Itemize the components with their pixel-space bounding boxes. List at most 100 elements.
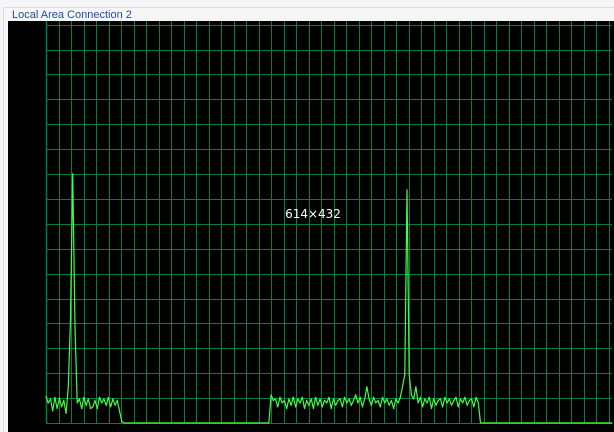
utilization-sample-point	[540, 422, 542, 424]
utilization-sample-point	[462, 402, 464, 404]
network-adapter-panel: Local Area Connection 2 5 %2.5 %0 % 614×…	[0, 0, 614, 432]
utilization-sample-point	[326, 402, 328, 404]
utilization-sample-point	[602, 422, 604, 424]
utilization-sample-point	[174, 422, 176, 424]
utilization-sample-point	[417, 402, 419, 404]
utilization-sample-point	[154, 422, 156, 424]
utilization-sample-point	[388, 404, 390, 406]
utilization-sample-point	[562, 422, 564, 424]
utilization-sample-point	[136, 422, 138, 424]
utilization-sample-point	[116, 399, 118, 402]
utilization-sample-point	[508, 422, 511, 424]
utilization-sample-point	[159, 422, 161, 424]
utilization-sample-point	[495, 422, 497, 424]
utilization-sample-point	[335, 404, 337, 406]
utilization-sample-point	[98, 396, 101, 398]
utilization-sample-point	[395, 398, 397, 400]
utilization-sample-point	[457, 406, 459, 408]
utilization-sample-point	[263, 422, 265, 424]
utilization-sample-point	[170, 422, 172, 424]
utilization-sample-point	[529, 422, 531, 424]
utilization-sample-point	[542, 422, 544, 424]
utilization-sample-point	[317, 404, 319, 406]
utilization-sample-point	[513, 422, 515, 424]
utilization-sample-point	[598, 422, 600, 424]
utilization-sample-point	[359, 396, 361, 398]
utilization-sample-point	[306, 399, 308, 402]
utilization-sample-point	[192, 422, 194, 424]
utilization-sample-point	[156, 422, 158, 424]
utilization-sample-point	[339, 398, 341, 400]
utilization-sample-point	[413, 398, 415, 400]
utilization-sample-point	[283, 399, 285, 402]
utilization-sample-point	[185, 422, 187, 424]
utilization-sample-point	[430, 407, 433, 410]
utilization-sample-point	[377, 399, 379, 402]
utilization-sample-point	[517, 422, 519, 424]
utilization-sample-point	[375, 402, 377, 404]
utilization-sample-point	[381, 396, 384, 398]
utilization-sample-point	[330, 407, 332, 410]
utilization-sample-point	[404, 374, 406, 376]
utilization-sample-point	[94, 399, 96, 402]
utilization-sample-point	[448, 398, 450, 400]
utilization-sample-point	[611, 422, 613, 424]
utilization-sample-point	[537, 422, 540, 424]
utilization-sample-point	[544, 422, 546, 424]
utilization-sample-point	[593, 422, 595, 424]
utilization-sample-point	[520, 422, 522, 424]
utilization-sample-point	[134, 422, 136, 424]
utilization-sample-point	[422, 406, 424, 408]
utilization-sample-point	[143, 422, 145, 424]
utilization-sample-point	[364, 398, 366, 400]
utilization-sample-point	[488, 422, 490, 424]
utilization-sample-point	[491, 422, 493, 424]
utilization-sample-point	[446, 402, 448, 404]
utilization-sample-point	[252, 422, 254, 424]
utilization-sample-point	[370, 404, 372, 406]
utilization-sample-point	[288, 398, 290, 400]
utilization-sample-point	[511, 422, 513, 424]
utilization-sample-point	[557, 422, 560, 424]
utilization-sample-point	[69, 317, 72, 320]
utilization-sample-point	[604, 422, 606, 424]
utilization-sample-point	[92, 406, 94, 408]
utilization-sample-point	[203, 422, 205, 424]
image-size-label: 614×432	[285, 207, 341, 221]
utilization-sample-point	[586, 422, 589, 424]
utilization-sample-point	[67, 386, 69, 388]
utilization-sample-point	[219, 422, 221, 424]
utilization-sample-point	[584, 422, 586, 424]
utilization-sample-point	[243, 422, 245, 424]
utilization-sample-point	[163, 422, 165, 424]
utilization-sample-point	[384, 402, 386, 404]
utilization-sample-point	[217, 422, 219, 424]
utilization-sample-point	[297, 398, 299, 400]
utilization-sample-point	[578, 422, 580, 424]
utilization-sample-point	[451, 404, 453, 406]
utilization-sample-point	[393, 407, 395, 410]
utilization-sample-point	[114, 404, 116, 406]
utilization-sample-point	[357, 402, 359, 404]
utilization-sample-point	[54, 396, 56, 398]
utilization-sample-point	[127, 422, 129, 424]
utilization-sample-point	[47, 402, 49, 404]
utilization-sample-point	[573, 422, 575, 424]
utilization-sample-point	[386, 398, 388, 400]
utilization-sample-point	[459, 398, 462, 400]
utilization-sample-point	[600, 422, 602, 424]
utilization-sample-point	[112, 398, 114, 400]
utilization-sample-point	[130, 422, 132, 424]
utilization-sample-point	[190, 422, 192, 424]
utilization-sample-point	[453, 399, 455, 402]
utilization-sample-point	[194, 422, 196, 424]
utilization-sample-point	[223, 422, 225, 424]
utilization-sample-point	[295, 406, 297, 408]
utilization-sample-point	[228, 422, 230, 424]
utilization-sample-point	[52, 410, 54, 412]
utilization-sample-point	[410, 394, 412, 396]
utilization-sample-point	[234, 422, 236, 424]
utilization-sample-point	[118, 410, 121, 412]
utilization-sample-point	[373, 396, 375, 398]
utilization-sample-point	[566, 422, 569, 424]
